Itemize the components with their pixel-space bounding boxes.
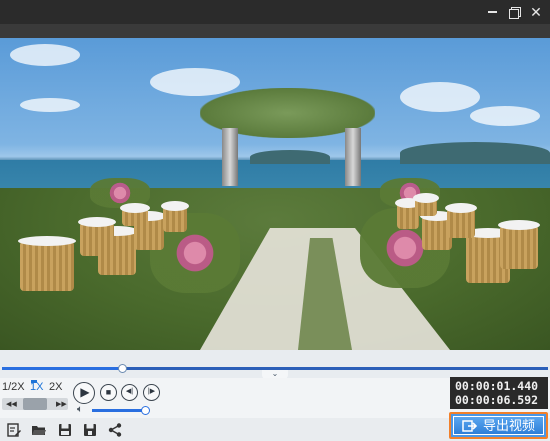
current-time: 00:00:01.440	[455, 379, 539, 393]
volume-fill	[92, 409, 146, 412]
speed-slider-handle[interactable]	[23, 398, 47, 410]
speed-1x-option[interactable]: 1X	[30, 381, 43, 393]
volume-slider[interactable]	[92, 406, 151, 415]
progress-fill	[2, 367, 123, 370]
export-video-label: 导出视频	[483, 418, 536, 433]
edit-icon[interactable]	[6, 422, 22, 438]
export-video-button[interactable]: 导出视频	[449, 412, 548, 439]
speed-slider[interactable]: ◀◀ ▶▶	[2, 398, 68, 410]
total-time: 00:00:06.592	[455, 393, 539, 407]
restore-icon[interactable]	[503, 2, 525, 22]
speed-half-option[interactable]: 1/2X	[2, 381, 25, 393]
open-folder-icon[interactable]	[31, 422, 47, 438]
stop-button[interactable]: ■	[100, 384, 117, 401]
previous-frame-button[interactable]: ◀|	[121, 384, 138, 401]
speed-selector[interactable]: 1/2X 1X 2X	[2, 381, 68, 397]
export-icon	[462, 420, 478, 432]
next-frame-button[interactable]: |▶	[143, 384, 160, 401]
volume-icon[interactable]: 🔈︎	[77, 405, 83, 415]
speed-down-icon[interactable]: ◀◀	[6, 400, 17, 408]
save-as-icon[interactable]	[82, 422, 98, 438]
speed-up-icon[interactable]: ▶▶	[56, 400, 67, 408]
speed-2x-option[interactable]: 2X	[49, 381, 62, 393]
video-preview[interactable]	[0, 38, 550, 350]
close-icon[interactable]: ✕	[525, 2, 547, 22]
minimize-icon[interactable]	[481, 2, 503, 22]
share-icon[interactable]	[107, 422, 123, 438]
time-display: 00:00:01.440 00:00:06.592	[450, 377, 548, 409]
save-icon[interactable]	[57, 422, 73, 438]
play-button[interactable]: ▶	[73, 382, 95, 404]
title-bar	[0, 0, 550, 24]
